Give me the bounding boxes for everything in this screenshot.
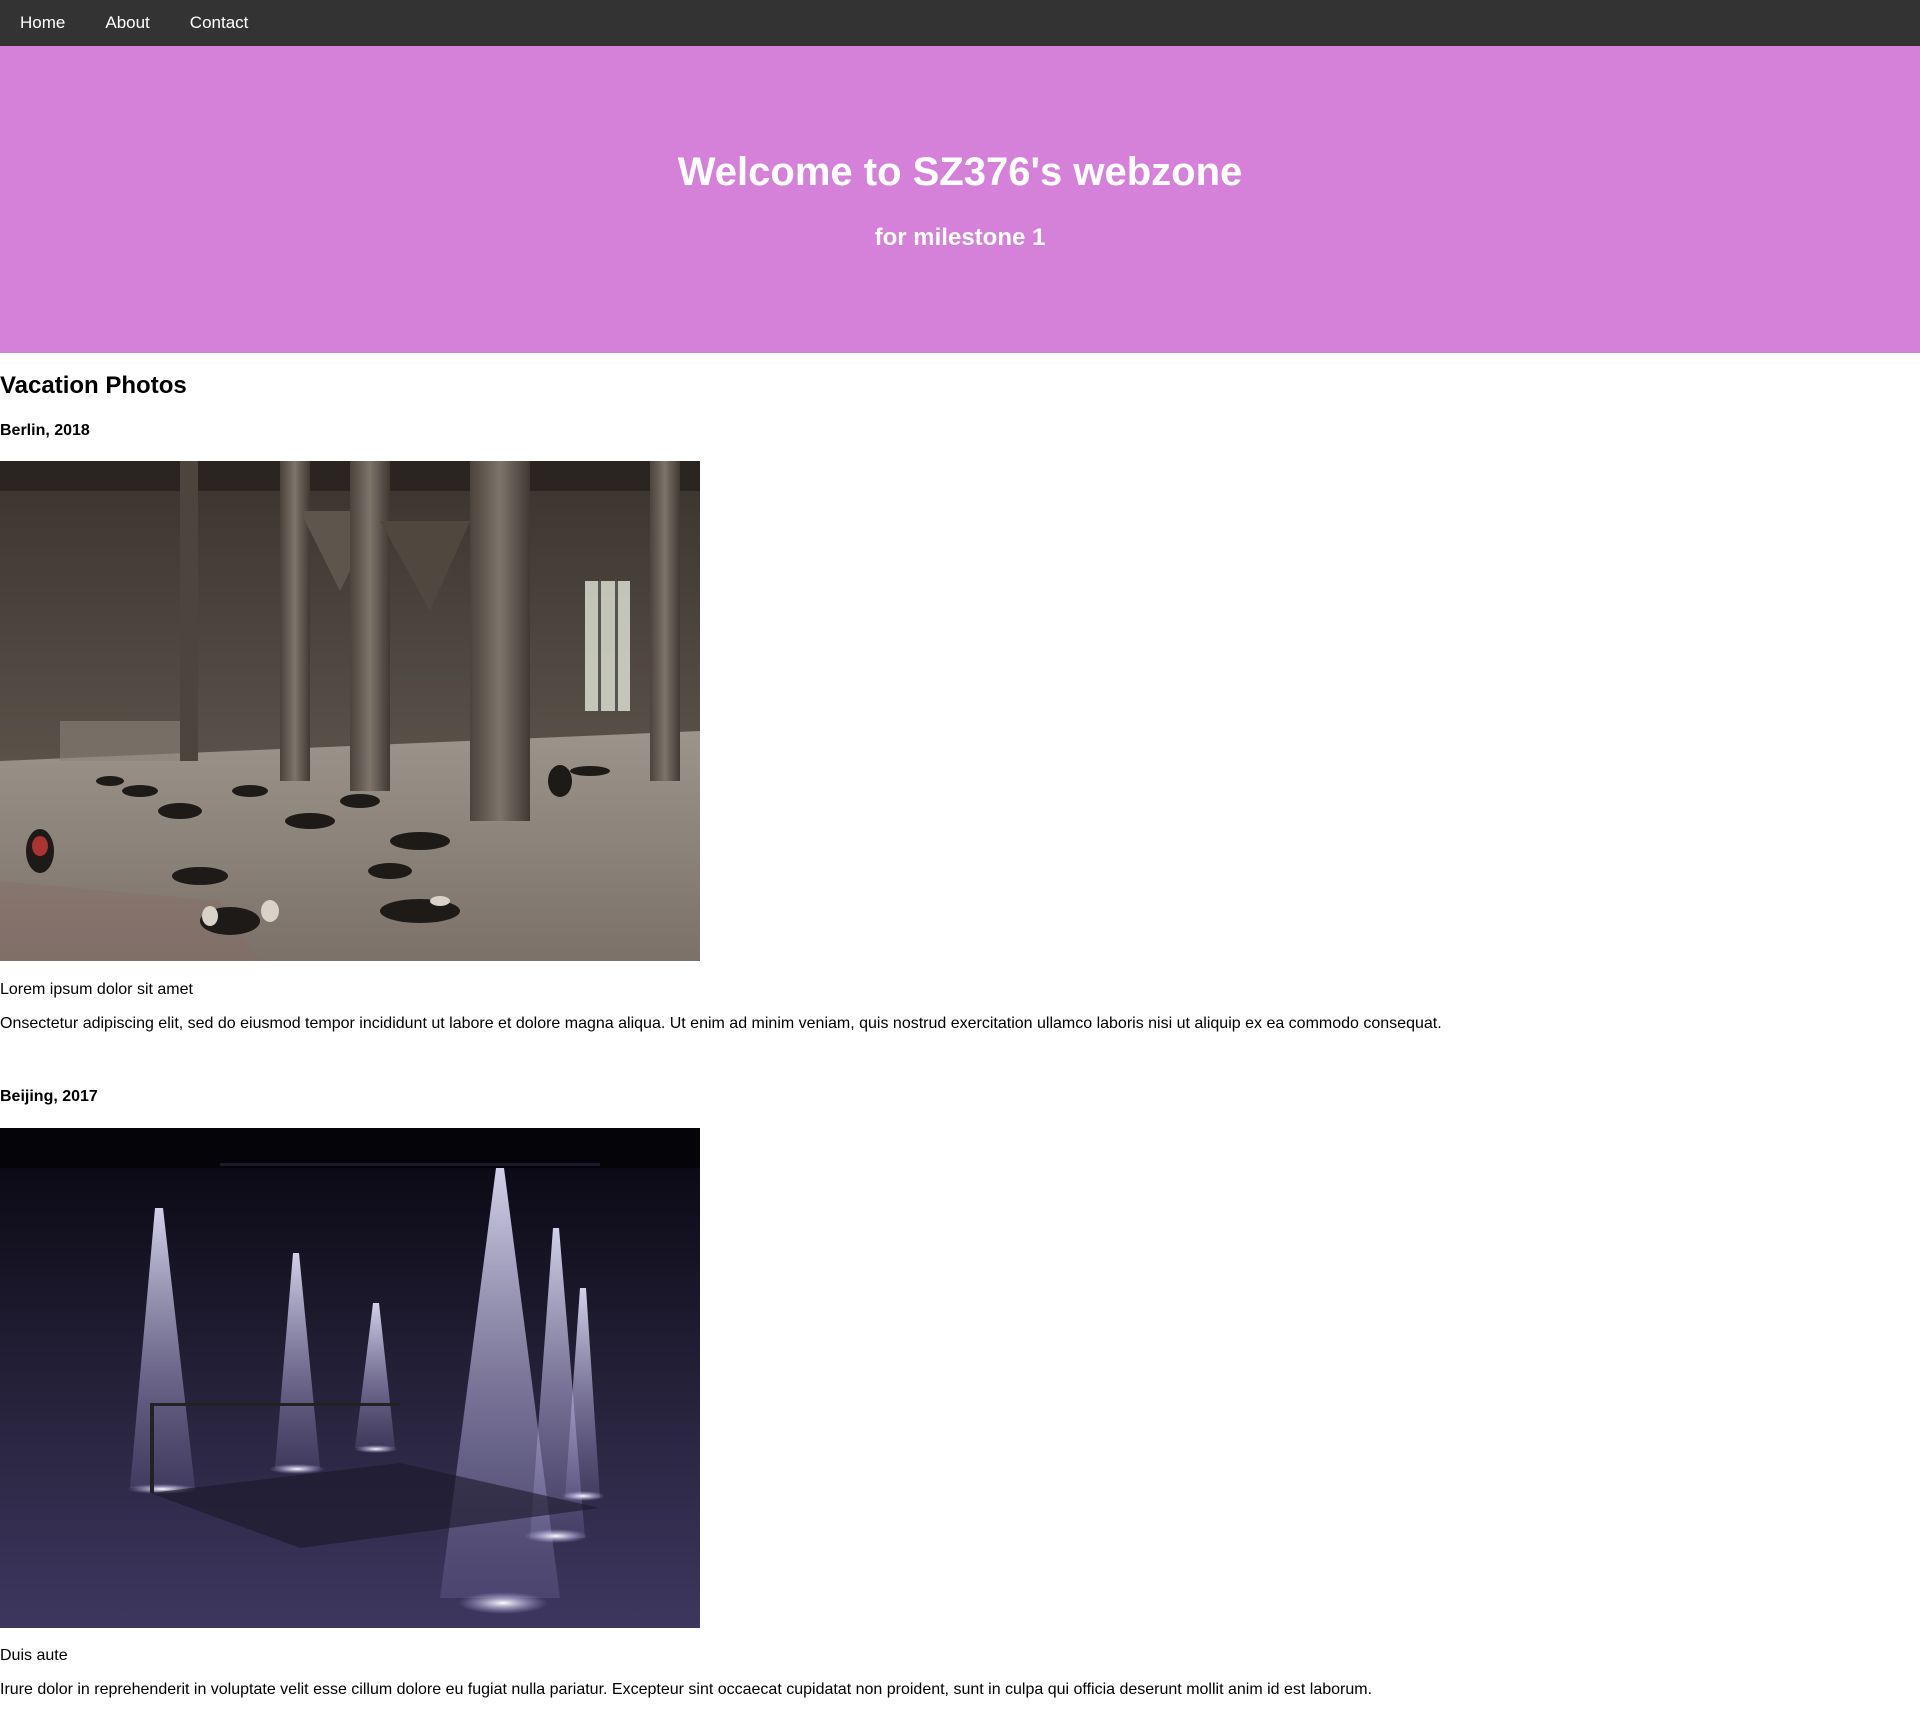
- top-navigation: Home About Contact: [0, 0, 1920, 46]
- nav-link-contact[interactable]: Contact: [170, 0, 269, 46]
- photo-berlin: [0, 461, 700, 961]
- nav-link-home[interactable]: Home: [0, 0, 85, 46]
- hero-banner: Welcome to SZ376's webzone for milestone…: [0, 46, 1920, 353]
- entry-text-berlin: Onsectetur adipiscing elit, sed do eiusm…: [0, 1015, 1442, 1032]
- entry-title-beijing: Beijing, 2017: [0, 1088, 98, 1105]
- section-title: Vacation Photos: [0, 372, 187, 399]
- entry-text-beijing: Irure dolor in reprehenderit in voluptat…: [0, 1681, 1373, 1698]
- hero-title: Welcome to SZ376's webzone: [677, 150, 1243, 194]
- nav-link-about[interactable]: About: [85, 0, 169, 46]
- entry-caption-berlin: Lorem ipsum dolor sit amet: [0, 981, 193, 998]
- entry-title-berlin: Berlin, 2018: [0, 422, 90, 439]
- hero-subtitle: for milestone 1: [874, 224, 1046, 251]
- entry-caption-beijing: Duis aute: [0, 1647, 68, 1664]
- photo-beijing: [0, 1128, 700, 1628]
